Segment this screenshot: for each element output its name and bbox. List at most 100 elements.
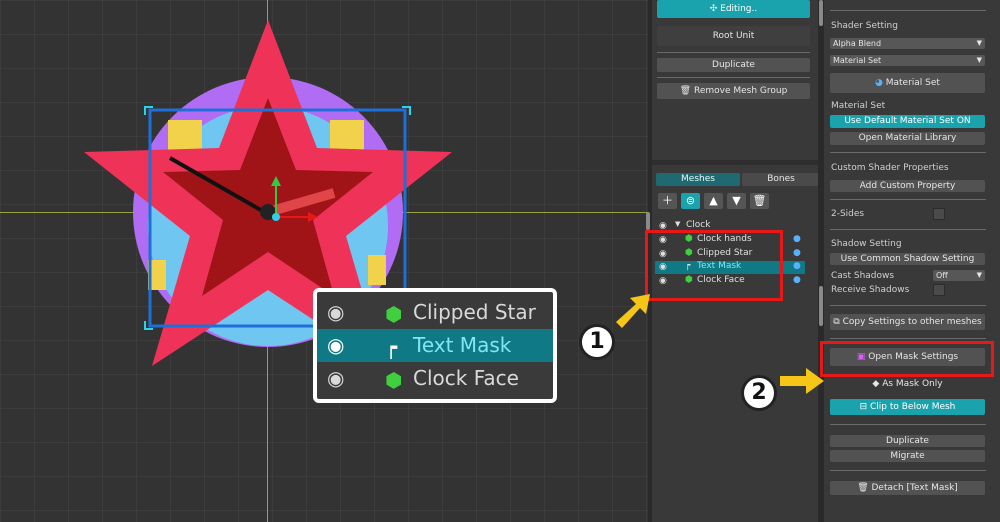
highlight-box-1	[645, 230, 783, 301]
trash-icon: 🗑	[857, 483, 872, 493]
use-common-shadow-button[interactable]: Use Common Shadow Setting	[830, 253, 985, 265]
eye-icon: ◉	[327, 300, 345, 324]
mask-child-icon: ┍	[385, 335, 398, 359]
zoom-row-clock-face: ◉ ⬢ Clock Face	[317, 362, 553, 395]
receive-shadows-checkbox[interactable]	[933, 284, 945, 296]
link-icon[interactable]: ●	[793, 275, 801, 285]
step-marker-1: 1	[579, 324, 615, 360]
tab-bones[interactable]: Bones	[742, 173, 820, 186]
expand-icon[interactable]: ▼	[675, 220, 680, 228]
add-custom-property-button[interactable]: Add Custom Property	[830, 180, 985, 192]
delete-icon[interactable]: 🗑	[750, 193, 769, 209]
divider	[830, 10, 986, 11]
link-icon[interactable]: ●	[793, 248, 801, 258]
root-unit-button[interactable]: Root Unit	[657, 26, 810, 46]
as-mask-only-button[interactable]: ◆ As Mask Only	[830, 378, 985, 390]
scroll-thumb[interactable]	[819, 0, 823, 26]
divider	[830, 199, 986, 200]
custom-shader-label: Custom Shader Properties	[831, 163, 949, 173]
as-mask-only-label: As Mask Only	[882, 379, 943, 389]
clock-face-tick	[368, 255, 386, 285]
link-icon[interactable]: ●	[793, 261, 801, 271]
use-default-material-button[interactable]: Use Default Material Set ON	[830, 115, 985, 128]
mesh-icon: ⬢	[385, 302, 403, 326]
add-icon[interactable]: ＋	[658, 193, 677, 209]
cast-shadows-label: Cast Shadows	[831, 271, 895, 281]
mesh-icon: ⬢	[385, 368, 403, 392]
editing-icon: ✣	[709, 4, 721, 14]
editing-button[interactable]: ✣ Editing..	[657, 0, 810, 18]
link-icon[interactable]: ●	[793, 234, 801, 244]
eye-icon: ◉	[327, 366, 345, 390]
material-set-heading: Material Set	[831, 101, 886, 111]
duplicate-button-label: Duplicate	[886, 436, 929, 446]
two-sides-label: 2-Sides	[831, 209, 865, 219]
move-up-icon[interactable]: ▲	[704, 193, 723, 209]
material-set-dropdown[interactable]: Material Set ▼	[830, 55, 985, 66]
arrow-icon	[616, 294, 650, 328]
zoom-row-text-mask: ◉ ┍ Text Mask	[317, 329, 553, 362]
zoom-row-clipped-star: ◉ ⬢ Clipped Star	[317, 296, 553, 329]
step-marker-label: 1	[589, 329, 605, 354]
trash-icon: 🗑	[679, 86, 694, 96]
divider	[830, 424, 986, 425]
canvas-viewport[interactable]: ◉ ⬢ Clipped Star ◉ ┍ Text Mask ◉ ⬢ Clock…	[0, 0, 648, 522]
move-down-icon[interactable]: ▼	[727, 193, 746, 209]
cast-shadows-value: Off	[936, 271, 948, 280]
use-default-material-label: Use Default Material Set ON	[844, 116, 971, 126]
layer-icon[interactable]: ⊜	[681, 193, 700, 209]
tab-meshes-label: Meshes	[681, 174, 715, 184]
shadow-setting-label: Shadow Setting	[831, 239, 902, 249]
tab-bones-label: Bones	[767, 174, 795, 184]
detach-button[interactable]: 🗑 Detach [Text Mask]	[830, 481, 985, 495]
divider	[830, 152, 986, 153]
open-material-library-label: Open Material Library	[858, 133, 957, 143]
chevron-down-icon: ▼	[976, 271, 982, 279]
shader-setting-label: Shader Setting	[831, 21, 898, 31]
two-sides-checkbox[interactable]	[933, 208, 945, 220]
duplicate-group-button[interactable]: Duplicate	[657, 58, 810, 72]
add-custom-property-label: Add Custom Property	[859, 181, 956, 191]
use-common-shadow-label: Use Common Shadow Setting	[840, 254, 975, 264]
remove-mesh-group-button[interactable]: 🗑 Remove Mesh Group	[657, 83, 810, 99]
material-set-button-label: Material Set	[885, 78, 940, 88]
tab-meshes[interactable]: Meshes	[656, 173, 740, 186]
divider	[830, 338, 986, 339]
scroll-thumb[interactable]	[819, 286, 823, 326]
divider	[830, 305, 986, 306]
zoom-row-label: Text Mask	[413, 333, 512, 357]
blend-mode-dropdown[interactable]: Alpha Blend ▼	[830, 38, 985, 49]
divider	[830, 470, 986, 471]
divider	[657, 52, 810, 53]
migrate-button[interactable]: Migrate	[830, 450, 985, 462]
step-marker-2: 2	[741, 375, 777, 411]
remove-mesh-group-label: Remove Mesh Group	[693, 86, 788, 96]
divider	[830, 229, 986, 230]
clock-artwork	[84, 20, 452, 366]
duplicate-mesh-button[interactable]: Duplicate	[830, 435, 985, 447]
eye-icon: ◉	[327, 333, 345, 357]
scroll-thumb[interactable]	[646, 212, 650, 230]
copy-icon: ⧉	[833, 317, 843, 327]
zoom-row-label: Clock Face	[413, 366, 519, 390]
material-icon: ◕	[875, 78, 886, 88]
clip-below-label: Clip to Below Mesh	[870, 402, 956, 412]
mask-only-icon: ◆	[872, 379, 883, 389]
zoom-callout: ◉ ⬢ Clipped Star ◉ ┍ Text Mask ◉ ⬢ Clock…	[313, 288, 557, 403]
clip-icon: ⊟	[859, 402, 870, 412]
panel-splitter[interactable]	[652, 160, 818, 165]
step-marker-label: 2	[751, 380, 767, 405]
cast-shadows-dropdown[interactable]: Off ▼	[933, 270, 985, 281]
open-material-library-button[interactable]: Open Material Library	[830, 132, 985, 145]
detach-label: Detach [Text Mask]	[871, 483, 958, 493]
zoom-row-label: Clipped Star	[413, 300, 536, 324]
panel-divider	[818, 0, 824, 522]
clip-below-button[interactable]: ⊟ Clip to Below Mesh	[830, 399, 985, 415]
tree-root-label: Clock	[686, 220, 711, 230]
chevron-down-icon: ▼	[976, 39, 982, 47]
blend-mode-value: Alpha Blend	[833, 39, 882, 48]
arrow-icon	[780, 368, 824, 394]
copy-settings-button[interactable]: ⧉ Copy Settings to other meshes	[830, 314, 985, 330]
duplicate-label: Duplicate	[712, 60, 755, 70]
material-set-button[interactable]: ◕ Material Set	[830, 73, 985, 93]
